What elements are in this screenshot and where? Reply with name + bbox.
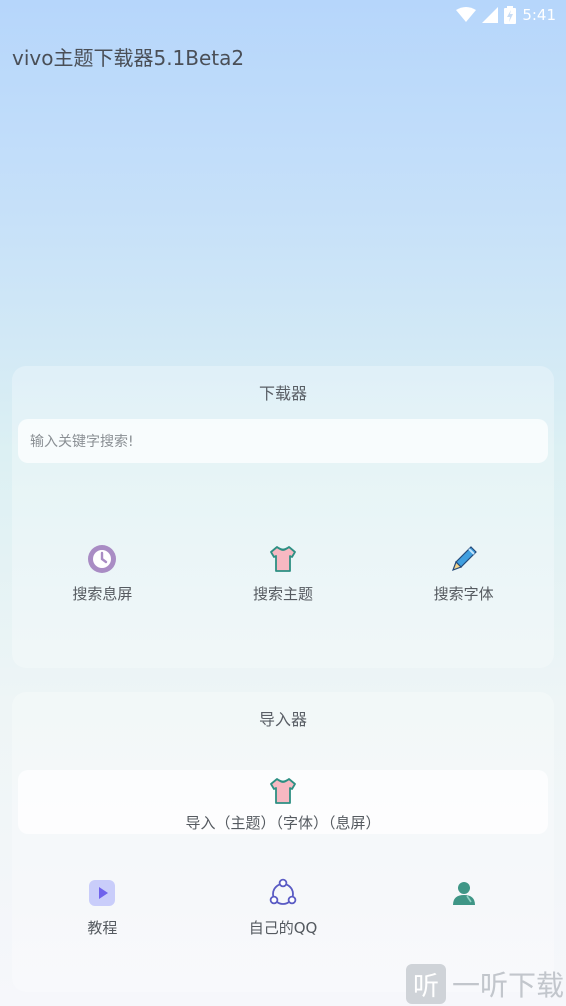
share-icon xyxy=(268,878,298,908)
tutorial-button[interactable]: 教程 xyxy=(12,878,193,938)
pen-icon xyxy=(449,544,479,574)
search-lockscreen-button[interactable]: 搜索息屏 xyxy=(12,544,193,604)
own-qq-label: 自己的QQ xyxy=(248,919,318,937)
status-bar: 5:41 xyxy=(0,0,566,30)
watermark: 听 一听下载 xyxy=(405,964,564,1004)
watermark-badge: 听 xyxy=(405,964,446,1004)
wifi-icon xyxy=(456,7,477,23)
importer-actions: 教程 自己的QQ xyxy=(12,878,554,938)
own-qq-button[interactable]: 自己的QQ xyxy=(193,878,374,938)
downloader-card: 下载器 输入关键字搜索! 搜索息屏 搜索主题 搜索字体 xyxy=(12,366,554,668)
import-label: 导入（主题）（字体）（息屏） xyxy=(185,814,381,832)
tutorial-label: 教程 xyxy=(87,919,118,937)
app-title: vivo主题下载器5.1Beta2 xyxy=(12,46,245,70)
downloader-title: 下载器 xyxy=(258,384,307,403)
contact-button[interactable] xyxy=(373,878,554,938)
importer-card: 导入器 导入（主题）（字体）（息屏） 教程 自己的QQ xyxy=(12,692,554,992)
search-theme-label: 搜索主题 xyxy=(253,585,314,603)
search-theme-button[interactable]: 搜索主题 xyxy=(193,544,374,604)
downloader-actions: 搜索息屏 搜索主题 搜索字体 xyxy=(12,544,554,604)
status-time: 5:41 xyxy=(522,6,556,24)
search-font-label: 搜索字体 xyxy=(433,585,494,603)
watermark-text: 一听下载 xyxy=(451,969,564,1002)
importer-title: 导入器 xyxy=(258,710,307,729)
signal-icon xyxy=(482,7,499,23)
tshirt-icon xyxy=(268,544,298,574)
tshirt-icon xyxy=(268,776,298,806)
battery-icon xyxy=(504,6,517,24)
import-button[interactable]: 导入（主题）（字体）（息屏） xyxy=(18,770,548,834)
search-font-button[interactable]: 搜索字体 xyxy=(373,544,554,604)
clock-icon xyxy=(87,544,117,574)
play-icon xyxy=(87,878,117,908)
search-input[interactable]: 输入关键字搜索! xyxy=(18,419,548,463)
user-icon xyxy=(449,878,479,908)
search-lockscreen-label: 搜索息屏 xyxy=(72,585,133,603)
